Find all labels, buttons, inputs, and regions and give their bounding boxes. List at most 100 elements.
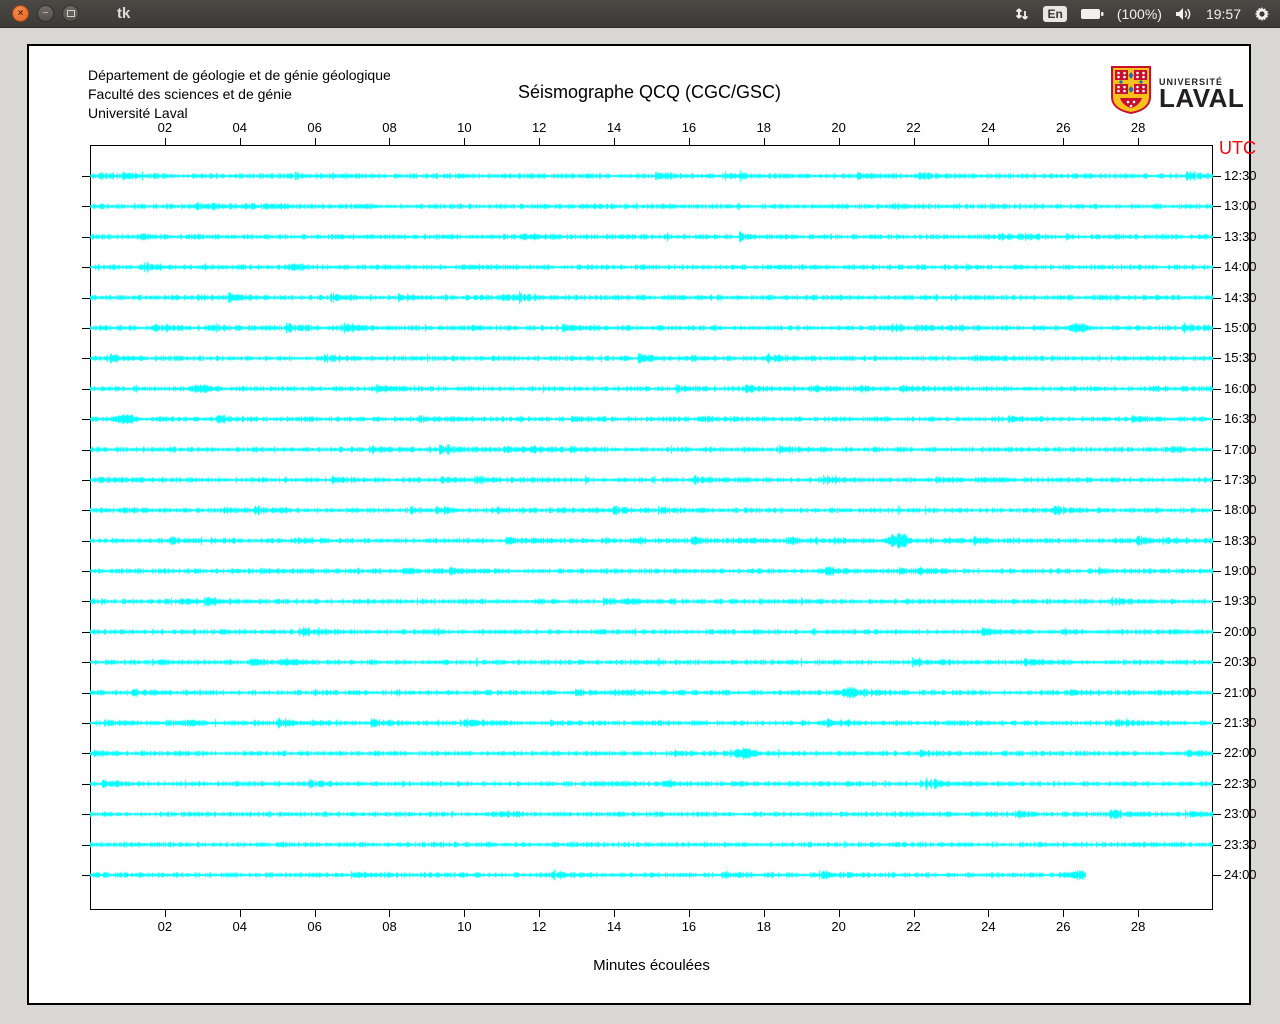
laval-logo-large-text: LAVAL: [1159, 82, 1245, 113]
trace-time-label: 16:00: [1224, 380, 1257, 396]
battery-icon[interactable]: [1080, 7, 1104, 21]
x-axis-bottom-tick: [688, 910, 690, 917]
trace-left-tick: [82, 449, 90, 451]
trace-time-label: 16:30: [1224, 411, 1257, 427]
x-axis-bottom-tick: [1063, 910, 1065, 917]
trace-right-tick: [1213, 692, 1221, 694]
trace-left-tick: [82, 236, 90, 238]
window-controls: × −: [12, 5, 79, 22]
x-axis-top-label: 14: [606, 120, 622, 135]
window-title: tk: [117, 5, 131, 22]
x-axis-bottom-tick: [838, 910, 840, 917]
trace-time-label: 21:00: [1224, 684, 1257, 700]
trace-time-label: 14:30: [1224, 289, 1257, 305]
laval-logo-text: UNIVERSITÉ LAVAL: [1159, 77, 1245, 113]
trace-right-tick: [1213, 631, 1221, 633]
x-axis-bottom-tick: [164, 910, 166, 917]
trace-right-tick: [1213, 753, 1221, 755]
trace-right-tick: [1213, 206, 1221, 208]
x-axis-bottom-label: 14: [606, 919, 622, 934]
trace-right-tick: [1213, 571, 1221, 573]
x-axis-top-tick: [763, 138, 765, 145]
x-axis-top-tick: [1138, 138, 1140, 145]
trace-left-tick: [82, 783, 90, 785]
trace-time-label: 23:30: [1224, 836, 1257, 852]
x-axis-top-label: 24: [981, 120, 996, 135]
trace-left-tick: [82, 358, 90, 360]
gear-icon[interactable]: [1254, 6, 1270, 22]
close-button[interactable]: ×: [12, 5, 29, 22]
trace-time-label: 22:30: [1224, 775, 1257, 791]
updown-arrows-icon[interactable]: [1014, 6, 1030, 22]
trace-right-tick: [1213, 176, 1221, 177]
keyboard-indicator[interactable]: En: [1043, 5, 1067, 22]
x-axis-top-label: 12: [531, 120, 547, 135]
maximize-button[interactable]: [62, 5, 79, 22]
trace-left-tick: [82, 753, 90, 755]
x-axis-bottom-label: 16: [681, 919, 697, 934]
x-axis-top-tick: [314, 138, 316, 145]
battery-label: (100%): [1116, 5, 1162, 22]
trace-left-tick: [82, 176, 90, 177]
x-axis-bottom-label: 02: [157, 919, 173, 934]
trace-time-label: 14:00: [1224, 259, 1257, 275]
chart-title: Séismographe QCQ (CGC/GSC): [517, 82, 782, 102]
x-axis-bottom-label: 22: [906, 919, 921, 934]
x-axis-bottom-label: 28: [1130, 919, 1146, 934]
x-axis-top-label: 04: [232, 120, 247, 135]
x-axis-bottom-tick: [239, 910, 241, 917]
trace-right-tick: [1213, 419, 1221, 421]
x-axis-bottom-label: 20: [831, 919, 846, 934]
x-axis-top-tick: [464, 138, 466, 145]
x-axis-bottom-tick: [614, 910, 616, 917]
laval-shield-icon: [1111, 66, 1151, 119]
x-axis-top-tick: [389, 138, 391, 145]
trace-right-tick: [1213, 297, 1221, 299]
trace-right-tick: [1213, 814, 1221, 816]
x-axis-top-label: 08: [382, 120, 397, 135]
x-axis-bottom-label: 26: [1056, 919, 1071, 934]
trace-left-tick: [82, 601, 90, 603]
trace-left-tick: [82, 814, 90, 816]
trace-time-label: 17:30: [1224, 471, 1257, 487]
trace-right-tick: [1213, 236, 1221, 238]
trace-time-label: 22:00: [1224, 745, 1257, 761]
trace-left-tick: [82, 479, 90, 481]
x-axis-bottom-label: 10: [457, 919, 472, 934]
trace-time-label: 20:30: [1224, 654, 1257, 670]
clock[interactable]: 19:57: [1206, 6, 1241, 22]
trace-time-label: 15:00: [1224, 319, 1257, 335]
x-axis-top-tick: [1063, 138, 1065, 145]
trace-right-tick: [1213, 723, 1221, 725]
laval-logo: UNIVERSITÉ LAVAL: [1111, 66, 1244, 119]
trace-left-tick: [82, 510, 90, 512]
trace-left-tick: [82, 297, 90, 299]
x-axis-top-label: 10: [457, 120, 472, 135]
x-axis-bottom-label: 06: [307, 919, 322, 934]
trace-left-tick: [82, 327, 90, 329]
x-axis-top-tick: [164, 138, 166, 145]
trace-right-tick: [1213, 844, 1221, 846]
trace-right-tick: [1213, 358, 1221, 360]
trace-right-tick: [1213, 874, 1221, 876]
x-axis-title: Minutes écoulées: [593, 957, 710, 974]
x-axis-bottom-label: 12: [531, 919, 547, 934]
speaker-icon[interactable]: [1175, 7, 1193, 21]
x-axis-bottom-tick: [1138, 910, 1140, 917]
trace-right-tick: [1213, 601, 1221, 603]
trace-time-label: 20:00: [1224, 623, 1257, 639]
x-axis-bottom-tick: [314, 910, 316, 917]
trace-time-label: 13:00: [1224, 198, 1257, 214]
trace-time-label: 18:00: [1224, 502, 1257, 518]
x-axis-top-tick: [838, 138, 840, 145]
minimize-button[interactable]: −: [37, 5, 54, 22]
seismogram-canvas: [90, 145, 1213, 910]
trace-right-tick: [1213, 267, 1221, 269]
x-axis-top-tick: [988, 138, 990, 145]
trace-left-tick: [82, 874, 90, 876]
x-axis-bottom-tick: [464, 910, 466, 917]
trace-left-tick: [82, 206, 90, 208]
trace-time-label: 19:00: [1224, 563, 1257, 579]
seismograph-window: Département de géologie et de génie géol…: [27, 44, 1257, 1005]
trace-right-tick: [1213, 783, 1221, 785]
